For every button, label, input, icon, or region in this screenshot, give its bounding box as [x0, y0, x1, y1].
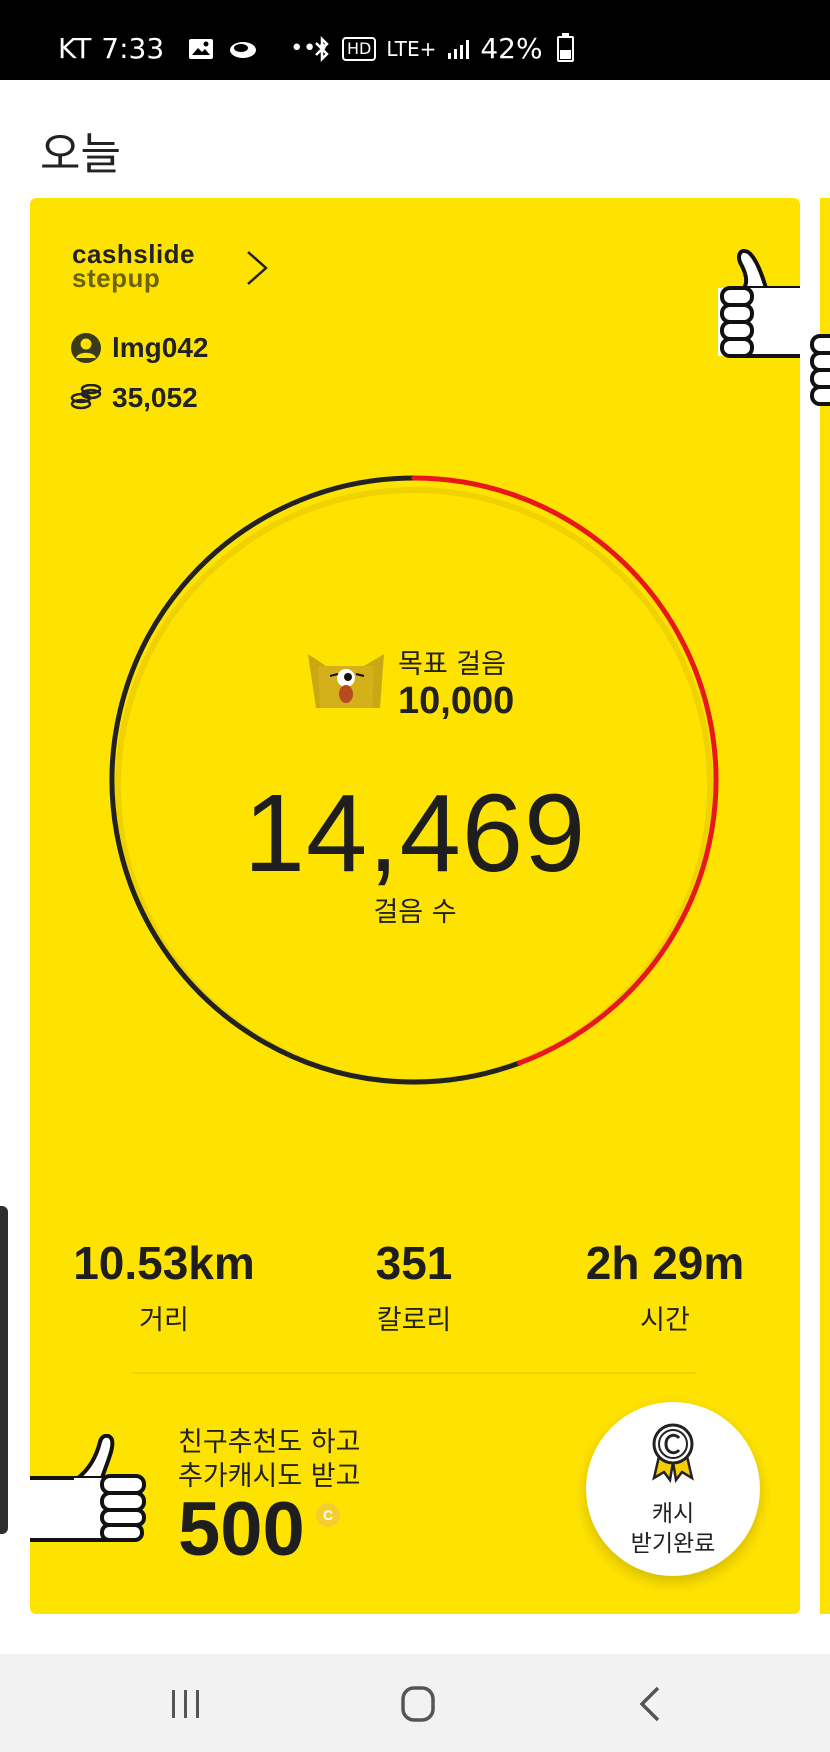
thumbs-up-icon — [718, 249, 800, 358]
stat-label: 칼로리 — [376, 1305, 452, 1336]
back-icon[interactable] — [622, 1682, 682, 1726]
recent-apps-icon[interactable] — [156, 1682, 216, 1726]
promo-amount[interactable]: 500 — [178, 1486, 305, 1573]
cash-receive-button[interactable]: 캐시 받기완료 — [586, 1402, 760, 1576]
cloud-icon — [230, 41, 257, 58]
home-icon[interactable] — [388, 1682, 448, 1726]
steps-count: 14,469 — [243, 772, 587, 895]
coins-icon — [70, 384, 102, 410]
status-left: KT 7:33 ••• — [58, 32, 329, 65]
stat-value: 2h 29m — [585, 1237, 745, 1289]
stat-calories: 351 칼로리 — [294, 1236, 534, 1337]
battery-percent: 42% — [480, 32, 543, 65]
medal-icon — [652, 1423, 694, 1484]
stat-value: 351 — [375, 1237, 453, 1289]
thumbs-up-icon — [30, 1434, 146, 1542]
coin-balance: 35,052 — [112, 382, 198, 413]
stat-label: 시간 — [640, 1305, 690, 1336]
stat-distance: 10.53km 거리 — [44, 1236, 284, 1337]
user-icon — [71, 333, 101, 363]
divider — [132, 1372, 696, 1374]
cash-button-line1: 캐시 — [651, 1501, 695, 1527]
bluetooth-icon — [315, 35, 329, 62]
carrier: KT — [58, 32, 92, 65]
hd-icon: HD — [342, 36, 377, 61]
steps-label: 걸음 수 — [373, 897, 457, 928]
goal-label: 목표 걸음 — [398, 649, 506, 680]
signal-icon — [448, 39, 470, 59]
coins-row: 35,052 — [70, 382, 198, 414]
username: lmg042 — [112, 332, 209, 363]
next-card-peek[interactable] — [820, 198, 830, 1614]
page-title: 오늘 — [40, 129, 121, 180]
goal-value: 10,000 — [398, 680, 515, 722]
user-row: lmg042 — [70, 332, 209, 364]
network-type: LTE+ — [386, 36, 437, 61]
coin-symbol-icon: C — [316, 1503, 340, 1527]
image-icon — [189, 38, 214, 59]
brand-line2: stepup — [72, 263, 161, 293]
cash-button-line2: 받기완료 — [630, 1531, 716, 1557]
clock: 7:33 — [101, 32, 165, 65]
status-bar: KT 7:33 ••• HD LTE+ 42% — [0, 0, 830, 80]
chevron-right-icon[interactable] — [236, 248, 276, 288]
stat-label: 거리 — [139, 1305, 189, 1336]
thumbs-up-icon — [810, 334, 830, 406]
battery-icon — [556, 32, 574, 62]
stat-time: 2h 29m 시간 — [545, 1236, 785, 1337]
brand-logo[interactable]: cashslide stepup — [72, 241, 195, 293]
navigation-bar — [0, 1654, 830, 1752]
stat-value: 10.53km — [73, 1237, 255, 1289]
status-right: HD LTE+ 42% — [312, 32, 574, 65]
edge-panel-handle[interactable] — [0, 1206, 8, 1534]
